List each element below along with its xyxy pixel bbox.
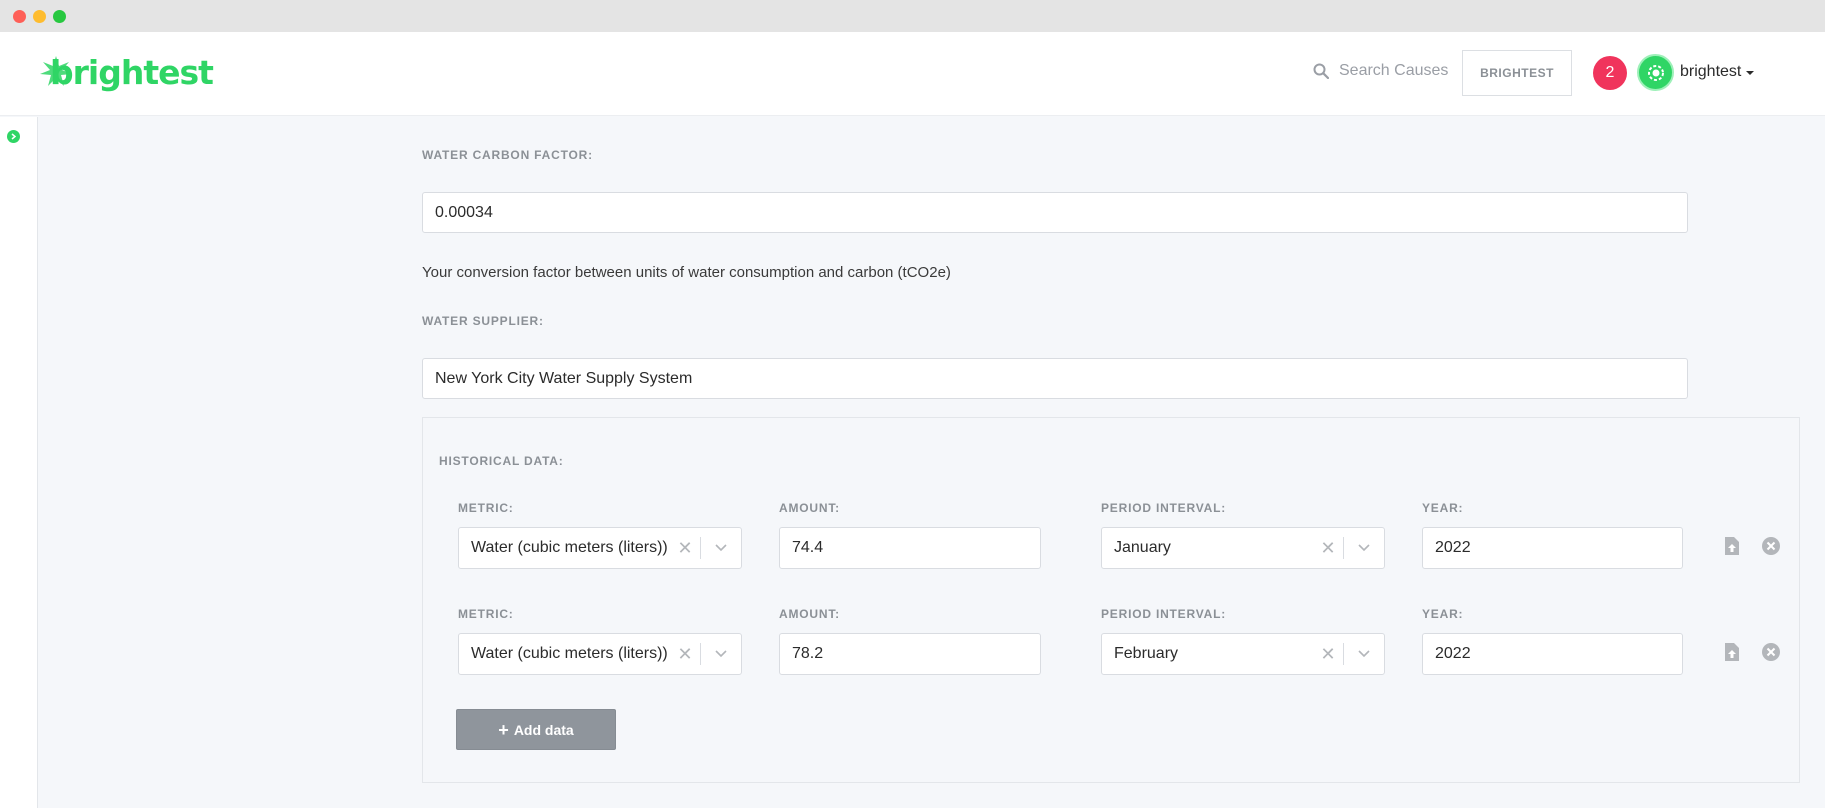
add-data-button[interactable]: + Add data [456, 709, 616, 750]
metric-value: Water (cubic meters (liters)) [471, 539, 668, 556]
x-icon[interactable]: ✕ [1313, 528, 1343, 568]
brand-logo[interactable]: brightest [40, 50, 214, 94]
period-value: February [1114, 645, 1179, 662]
sidebar [0, 117, 38, 808]
metric-select[interactable]: Water (cubic meters (liters)) ✕ [458, 527, 742, 569]
top-header: brightest Search Causes BRIGHTEST 2 brig… [0, 32, 1825, 116]
period-value: January [1114, 539, 1171, 556]
chevron-right-icon [11, 133, 17, 140]
amount-value: 74.4 [792, 539, 824, 556]
supplier-input[interactable]: New York City Water Supply System [422, 358, 1688, 399]
caret-down-icon[interactable] [1746, 71, 1754, 75]
amount-input[interactable]: 78.2 [779, 633, 1041, 675]
historical-data-label: HISTORICAL DATA: [439, 454, 564, 468]
carbon-factor-value: 0.00034 [435, 203, 493, 221]
gear-icon [1647, 64, 1664, 81]
year-input[interactable]: 2022 [1422, 527, 1683, 569]
search-causes[interactable]: Search Causes [1313, 62, 1448, 80]
window-maximize-button[interactable] [53, 10, 66, 23]
close-circle-icon[interactable] [1761, 536, 1781, 556]
x-icon[interactable]: ✕ [1313, 634, 1343, 674]
period-label: PERIOD INTERVAL: [1101, 607, 1227, 621]
window-close-button[interactable] [13, 10, 26, 23]
user-menu[interactable]: brightest [1680, 63, 1741, 81]
year-input[interactable]: 2022 [1422, 633, 1683, 675]
file-upload-icon[interactable] [1722, 536, 1742, 556]
notification-badge[interactable]: 2 [1593, 56, 1627, 90]
period-label: PERIOD INTERVAL: [1101, 501, 1227, 515]
organization-button[interactable]: BRIGHTEST [1462, 50, 1572, 96]
period-select[interactable]: January ✕ [1101, 527, 1385, 569]
window-minimize-button[interactable] [33, 10, 46, 23]
supplier-value: New York City Water Supply System [435, 369, 693, 387]
close-circle-icon[interactable] [1761, 642, 1781, 662]
supplier-label: WATER SUPPLIER: [422, 314, 544, 328]
metric-label: METRIC: [458, 501, 514, 515]
period-select[interactable]: February ✕ [1101, 633, 1385, 675]
search-input[interactable]: Search Causes [1339, 62, 1448, 80]
carbon-factor-help: Your conversion factor between units of … [422, 264, 951, 281]
metric-value: Water (cubic meters (liters)) [471, 645, 668, 662]
year-value: 2022 [1435, 645, 1471, 662]
x-icon[interactable]: ✕ [670, 528, 700, 568]
year-label: YEAR: [1422, 501, 1464, 515]
avatar[interactable] [1637, 54, 1674, 91]
amount-input[interactable]: 74.4 [779, 527, 1041, 569]
file-upload-icon[interactable] [1722, 642, 1742, 662]
chevron-down-icon[interactable] [701, 528, 741, 568]
year-value: 2022 [1435, 539, 1471, 556]
window-titlebar [0, 0, 1825, 32]
plus-icon: + [498, 719, 509, 740]
search-icon [1313, 63, 1329, 79]
metric-label: METRIC: [458, 607, 514, 621]
brand-name: brightest [50, 52, 214, 92]
carbon-factor-label: WATER CARBON FACTOR: [422, 148, 593, 162]
add-data-label: Add data [513, 721, 574, 738]
chevron-down-icon[interactable] [1344, 528, 1384, 568]
x-icon[interactable]: ✕ [670, 634, 700, 674]
chevron-down-icon[interactable] [701, 634, 741, 674]
sidebar-toggle-button[interactable] [7, 130, 20, 143]
amount-value: 78.2 [792, 645, 824, 662]
amount-label: AMOUNT: [779, 607, 840, 621]
amount-label: AMOUNT: [779, 501, 840, 515]
year-label: YEAR: [1422, 607, 1464, 621]
historical-data-panel [422, 417, 1800, 783]
carbon-factor-input[interactable]: 0.00034 [422, 192, 1688, 233]
metric-select[interactable]: Water (cubic meters (liters)) ✕ [458, 633, 742, 675]
chevron-down-icon[interactable] [1344, 634, 1384, 674]
